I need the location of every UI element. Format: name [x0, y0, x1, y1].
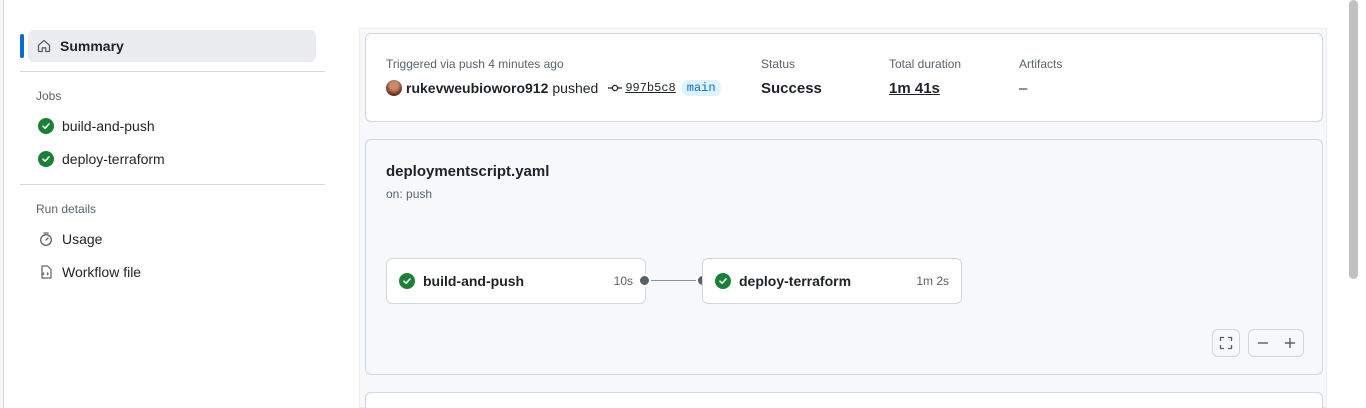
job-duration: 1m 2s: [916, 274, 949, 288]
artifacts-label: Artifacts: [1019, 57, 1063, 71]
check-circle-icon: [38, 117, 54, 134]
status-value: Success: [761, 80, 822, 97]
push-action-text: pushed: [552, 80, 599, 96]
home-icon: [36, 38, 52, 54]
job-name: deploy-terraform: [739, 273, 852, 289]
active-indicator: [20, 34, 24, 58]
divider: [20, 184, 325, 185]
sidebar-item-label: build-and-push: [62, 117, 155, 134]
workflow-trigger: on: push: [386, 187, 433, 201]
connector-dot: [638, 274, 651, 287]
run-sidebar: Summary Jobs build-and-push deploy-terra…: [20, 30, 325, 288]
branch-badge[interactable]: main: [681, 80, 721, 96]
sidebar-item-label: Usage: [62, 230, 103, 247]
check-circle-icon: [715, 273, 731, 289]
sidebar-item-summary[interactable]: Summary: [20, 30, 316, 62]
avatar[interactable]: [386, 80, 402, 96]
sidebar-item-label: Summary: [60, 38, 124, 54]
artifacts-value: –: [1019, 80, 1028, 97]
left-edge: [0, 0, 4, 408]
divider: [20, 71, 325, 72]
job-connector: [645, 280, 703, 281]
job-duration: 10s: [613, 274, 633, 288]
page-scrollbar[interactable]: [1349, 0, 1358, 279]
run-details-heading: Run details: [36, 202, 97, 216]
sidebar-job-build-and-push[interactable]: build-and-push: [28, 109, 325, 142]
fullscreen-icon: [1219, 336, 1233, 350]
duration-label: Total duration: [889, 57, 962, 71]
check-circle-icon: [399, 273, 415, 289]
jobs-heading: Jobs: [36, 89, 62, 103]
run-summary-card: Triggered via push 4 minutes ago rukevwe…: [365, 33, 1323, 122]
status-label: Status: [761, 57, 796, 71]
trigger-text: Triggered via push 4 minutes ago: [386, 57, 564, 71]
job-node-deploy-terraform[interactable]: deploy-terraform 1m 2s: [702, 258, 962, 304]
workflow-graph-card: deploymentscript.yaml on: push build-and…: [365, 139, 1323, 375]
sidebar-job-deploy-terraform[interactable]: deploy-terraform: [28, 142, 325, 175]
stopwatch-icon: [38, 231, 54, 247]
trigger-row: rukevweubioworo912 pushed 997b5c8 main: [386, 80, 721, 96]
git-commit-icon: [608, 84, 623, 92]
sidebar-item-workflow-file[interactable]: Workflow file: [28, 255, 325, 288]
check-circle-icon: [38, 150, 54, 167]
next-card: [365, 392, 1323, 408]
zoom-controls: [1248, 329, 1304, 357]
plus-icon: [1284, 338, 1295, 348]
sidebar-item-usage[interactable]: Usage: [28, 222, 325, 255]
zoom-in-button[interactable]: [1284, 337, 1296, 349]
sidebar-item-label: deploy-terraform: [62, 150, 165, 167]
workflow-file-name: deploymentscript.yaml: [386, 163, 550, 180]
job-name: build-and-push: [423, 273, 525, 289]
sidebar-item-label: Workflow file: [62, 263, 142, 280]
fullscreen-button[interactable]: [1212, 329, 1240, 357]
zoom-out-button[interactable]: [1257, 337, 1269, 349]
user-link[interactable]: rukevweubioworo912: [406, 80, 548, 96]
minus-icon: [1257, 342, 1268, 344]
commit-link[interactable]: 997b5c8: [608, 81, 676, 95]
job-node-build-and-push[interactable]: build-and-push 10s: [386, 258, 646, 304]
commit-sha: 997b5c8: [625, 81, 676, 95]
duration-link[interactable]: 1m 41s: [889, 80, 940, 97]
file-code-icon: [38, 264, 54, 280]
